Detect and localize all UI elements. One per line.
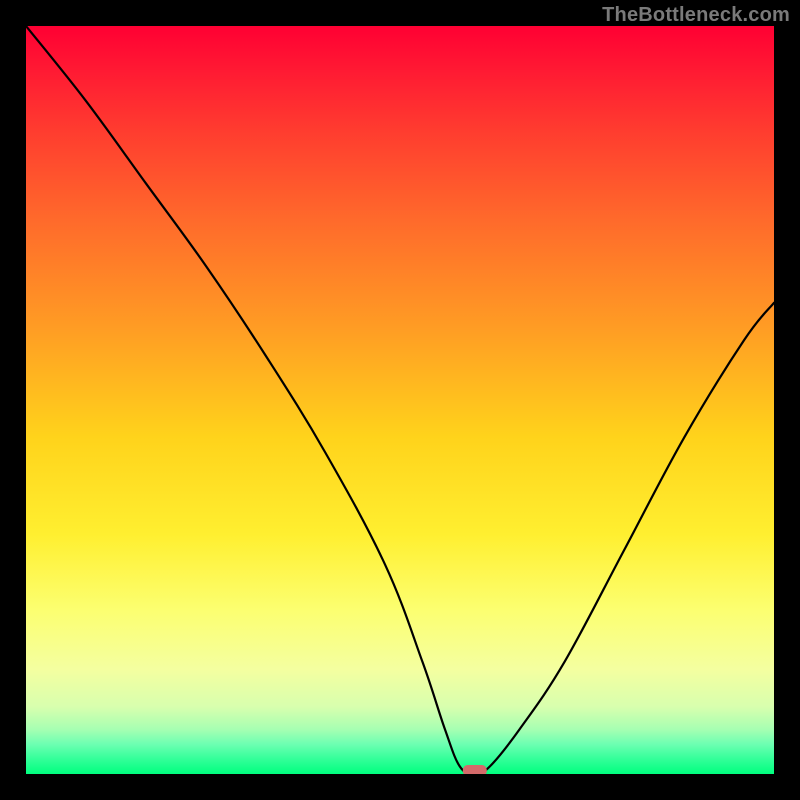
plot-area xyxy=(26,26,774,774)
bottleneck-curve xyxy=(26,26,774,774)
curve-layer xyxy=(26,26,774,774)
watermark-label: TheBottleneck.com xyxy=(602,4,790,27)
chart-frame: TheBottleneck.com xyxy=(0,0,800,800)
optimum-marker xyxy=(463,765,487,774)
